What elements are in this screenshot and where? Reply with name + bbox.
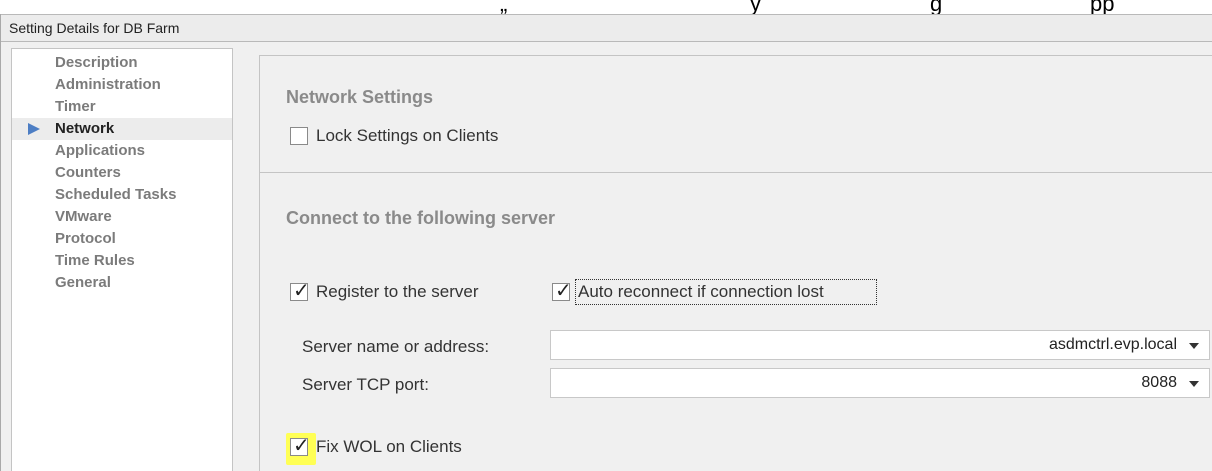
sidebar-item-timer[interactable]: Timer <box>12 96 232 118</box>
sidebar-item-protocol[interactable]: Protocol <box>12 228 232 250</box>
sidebar-item-network[interactable]: Network <box>12 118 232 140</box>
server-name-value: asdmctrl.evp.local <box>1048 336 1177 353</box>
title-bar: Setting Details for DB Farm <box>1 14 1212 42</box>
window-title: Setting Details for DB Farm <box>9 20 180 36</box>
fix-wol-checkbox[interactable]: ✓ <box>290 433 310 457</box>
sidebar-item-label: Time Rules <box>55 252 135 269</box>
server-port-combobox[interactable]: 8088 <box>550 368 1210 398</box>
settings-window: Setting Details for DB Farm Description … <box>0 14 1212 471</box>
sidebar-item-label: Description <box>55 54 138 71</box>
checkmark-icon: ✓ <box>555 278 572 302</box>
network-settings-title: Network Settings <box>286 87 434 107</box>
sidebar-item-general[interactable]: General <box>12 272 232 294</box>
sidebar-item-label: Applications <box>55 142 146 159</box>
chevron-down-icon[interactable] <box>1189 343 1199 349</box>
register-server-checkbox[interactable]: ✓ <box>290 278 310 302</box>
sidebar-item-label: Network <box>55 120 115 137</box>
sidebar-item-counters[interactable]: Counters <box>12 162 232 184</box>
cropped-text-fragment: y <box>750 0 761 14</box>
cropped-text-fragment: „ <box>500 0 508 14</box>
sidebar-item-time-rules[interactable]: Time Rules <box>12 250 232 272</box>
selected-arrow-icon <box>28 123 40 135</box>
server-port-value: 8088 <box>1141 374 1177 391</box>
lock-settings-label[interactable]: Lock Settings on Clients <box>316 126 498 146</box>
server-connection-panel: Connect to the following server ✓ Regist… <box>259 172 1212 471</box>
sidebar-item-description[interactable]: Description <box>12 52 232 74</box>
fix-wol-label[interactable]: Fix WOL on Clients <box>316 437 462 457</box>
sidebar-nav: Description Administration Timer Network… <box>11 48 233 471</box>
sidebar-item-label: Administration <box>55 76 161 93</box>
checkmark-icon: ✓ <box>293 278 310 302</box>
sidebar-item-label: General <box>55 274 111 291</box>
sidebar-item-vmware[interactable]: VMware <box>12 206 232 228</box>
register-server-label[interactable]: Register to the server <box>316 282 479 302</box>
sidebar-item-label: Counters <box>55 164 121 181</box>
auto-reconnect-label[interactable]: Auto reconnect if connection lost <box>578 282 824 302</box>
sidebar-item-label: Scheduled Tasks <box>55 186 177 203</box>
sidebar-item-label: VMware <box>55 208 112 225</box>
server-name-label: Server name or address: <box>302 337 490 356</box>
cropped-text-fragment: g <box>930 0 943 14</box>
checkmark-icon: ✓ <box>293 433 310 457</box>
network-settings-panel: Network Settings Lock Settings on Client… <box>259 55 1212 174</box>
sidebar-item-label: Timer <box>55 98 96 115</box>
sidebar-item-applications[interactable]: Applications <box>12 140 232 162</box>
server-name-combobox[interactable]: asdmctrl.evp.local <box>550 330 1210 360</box>
sidebar-item-scheduled-tasks[interactable]: Scheduled Tasks <box>12 184 232 206</box>
server-connection-title: Connect to the following server <box>286 208 556 228</box>
auto-reconnect-checkbox[interactable]: ✓ <box>552 278 572 302</box>
sidebar-item-administration[interactable]: Administration <box>12 74 232 96</box>
cropped-text-fragment: pp <box>1090 0 1115 14</box>
cropped-document-text: „ y g pp <box>0 0 1212 14</box>
sidebar-item-label: Protocol <box>55 230 116 247</box>
chevron-down-icon[interactable] <box>1189 381 1199 387</box>
lock-settings-checkbox[interactable] <box>290 127 308 145</box>
server-port-label: Server TCP port: <box>302 375 429 394</box>
